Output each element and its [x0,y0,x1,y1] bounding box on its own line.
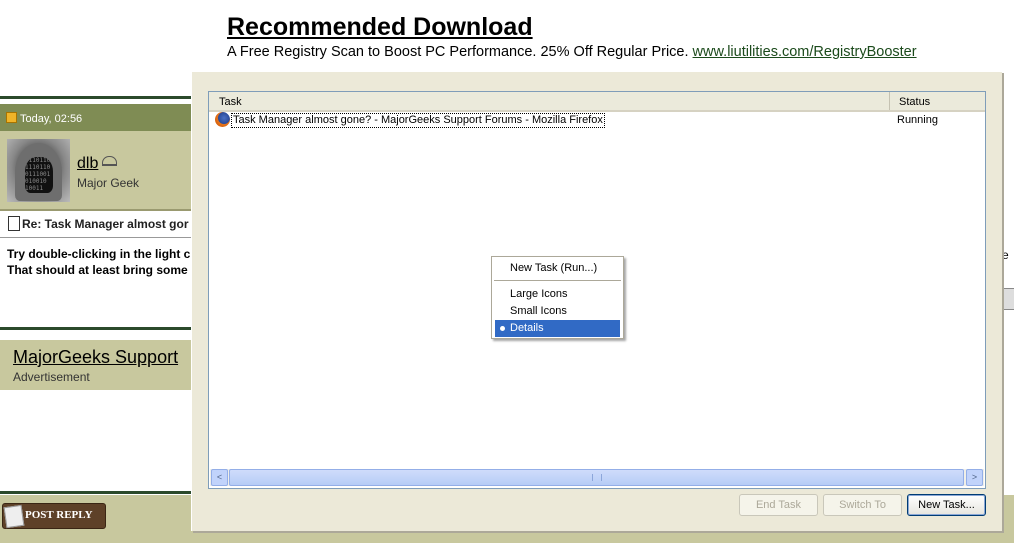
task-name: Task Manager almost gone? - MajorGeeks S… [231,113,605,128]
ad-title[interactable]: Recommended Download [227,12,917,42]
menu-item-small-icons[interactable]: Small Icons [495,303,620,320]
post-title-row: Re: Task Manager almost gor [0,211,191,238]
scrollbar-grip [592,474,602,481]
scrollbar-thumb[interactable] [229,469,964,486]
recommended-download-ad: Recommended Download A Free Registry Sca… [227,12,917,60]
divider [0,327,191,330]
post-body: Try double-clicking in the light c That … [7,246,190,278]
post-body-line: Try double-clicking in the light c [7,247,191,261]
post-reply-icon [3,504,25,529]
menu-item-new-task[interactable]: New Task (Run...) [495,260,620,277]
scroll-left-button[interactable]: < [211,469,228,486]
scroll-right-button[interactable]: > [966,469,983,486]
divider [0,96,191,99]
online-status-icon [102,156,118,166]
user-title: Major Geek [77,176,140,190]
divider [0,491,191,494]
post-status-icon [6,112,17,123]
ad-text: A Free Registry Scan to Boost PC Perform… [227,44,917,60]
quote-button-icon[interactable] [1002,288,1014,310]
post-date: Today, 02:56 [6,112,82,125]
post-header: Today, 02:56 [0,104,191,131]
new-task-button[interactable]: New Task... [907,494,986,516]
switch-to-button[interactable]: Switch To [823,494,902,516]
horizontal-scrollbar[interactable]: < > [210,469,984,486]
advertisement-label: Advertisement [13,370,90,384]
post-body-fragment: e [1002,248,1009,262]
ad-description: A Free Registry Scan to Boost PC Perform… [227,44,689,60]
ad-link[interactable]: www.liutilities.com/RegistryBooster [693,44,917,60]
task-list-header: Task Status [209,92,985,112]
menu-separator [494,280,621,281]
avatar: 01101100 1110110 0111001 010010 10011 [7,139,70,202]
avatar-face: 01101100 1110110 0111001 010010 10011 [25,157,53,193]
task-row[interactable]: Task Manager almost gone? - MajorGeeks S… [213,112,981,129]
forum-name-link[interactable]: MajorGeeks Support [13,347,178,368]
radio-bullet-icon [500,326,505,331]
firefox-icon [215,112,230,127]
post-reply-button[interactable]: POST REPLY [2,503,106,529]
username-link[interactable]: dlb [77,155,118,173]
menu-item-details[interactable]: Details [495,320,620,337]
menu-item-large-icons[interactable]: Large Icons [495,286,620,303]
column-header-task[interactable]: Task [209,92,890,110]
task-status: Running [897,114,938,126]
post-title: Re: Task Manager almost gor [22,217,189,231]
context-menu: New Task (Run...) Large Icons Small Icon… [491,256,624,339]
post-body-line: That should at least bring some [7,263,188,277]
document-icon [8,216,20,231]
end-task-button[interactable]: End Task [739,494,818,516]
